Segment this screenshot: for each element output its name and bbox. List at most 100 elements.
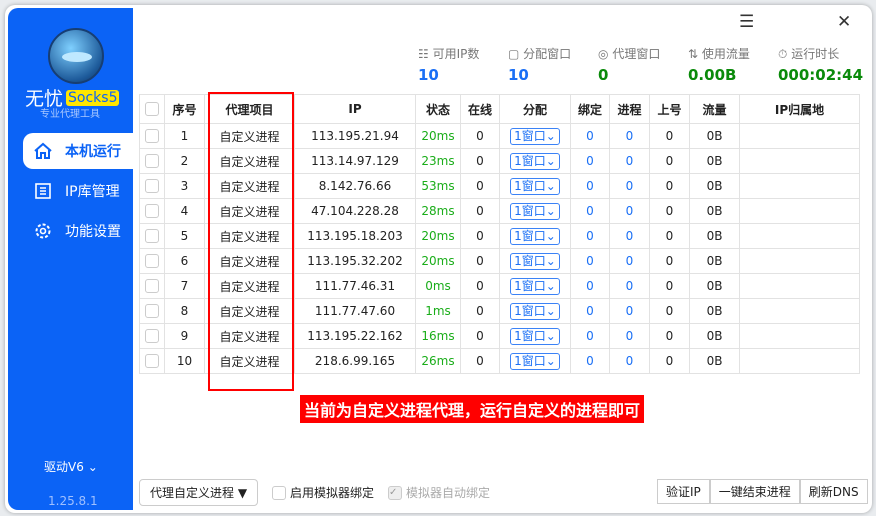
cell: 0 xyxy=(649,148,690,174)
row-checkbox[interactable] xyxy=(145,279,159,294)
cell: 0 xyxy=(570,148,610,174)
column-header: 进程 xyxy=(609,94,650,124)
cell: 0 xyxy=(460,223,500,249)
stat-available-ip: ☷ 可用IP数 10 xyxy=(418,45,479,84)
cell: 113.195.21.94 xyxy=(294,123,416,149)
select-all-checkbox[interactable] xyxy=(145,102,159,117)
row-checkbox[interactable] xyxy=(145,354,159,369)
cell: 0B xyxy=(689,173,740,199)
chevron-down-icon: ⌄ xyxy=(545,253,556,268)
cell-checkbox xyxy=(139,348,165,374)
kill-processes-button[interactable]: 一键结束进程 xyxy=(709,479,800,504)
chevron-down-icon: ⌄ xyxy=(545,328,556,343)
row-checkbox[interactable] xyxy=(145,304,159,319)
cell: 0B xyxy=(689,148,740,174)
assign-select[interactable]: 1窗口⌄ xyxy=(510,327,560,345)
column-header: 在线 xyxy=(460,94,500,124)
version-label: 1.25.8.1 xyxy=(48,494,98,508)
cell: 0 xyxy=(570,348,610,374)
cell xyxy=(739,273,860,299)
enable-emulator-bind-checkbox[interactable]: 启用模拟器绑定 xyxy=(272,484,374,501)
assign-select[interactable]: 1窗口⌄ xyxy=(510,202,560,220)
column-header: IP xyxy=(294,94,416,124)
row-checkbox[interactable] xyxy=(145,179,159,194)
sidebar-item-settings[interactable]: 功能设置 xyxy=(23,213,141,249)
row-checkbox[interactable] xyxy=(145,154,159,169)
assign-select[interactable]: 1窗口⌄ xyxy=(510,177,560,195)
cell: 53ms xyxy=(415,173,461,199)
assign-select[interactable]: 1窗口⌄ xyxy=(510,302,560,320)
cell: 0 xyxy=(649,273,690,299)
cell: 0B xyxy=(689,123,740,149)
proxy-mode-select[interactable]: 代理自定义进程 ▼ xyxy=(139,479,259,506)
cell: 0 xyxy=(649,123,690,149)
row-checkbox[interactable] xyxy=(145,254,159,269)
menu-icon[interactable]: ☰ xyxy=(739,12,754,32)
cell: 0 xyxy=(460,198,500,224)
list-icon xyxy=(35,183,51,199)
cell xyxy=(739,223,860,249)
assign-select[interactable]: 1窗口⌄ xyxy=(510,127,560,145)
chevron-down-icon: ⌄ xyxy=(545,353,556,368)
assign-select[interactable]: 1窗口⌄ xyxy=(510,227,560,245)
assign-select[interactable]: 1窗口⌄ xyxy=(510,252,560,270)
stat-proxy-windows: ◎ 代理窗口 0 xyxy=(598,45,660,84)
assign-select[interactable]: 1窗口⌄ xyxy=(510,152,560,170)
cell: 0 xyxy=(570,273,610,299)
cell-checkbox xyxy=(139,323,165,349)
cell: 0B xyxy=(689,298,740,324)
cell: 0 xyxy=(649,348,690,374)
cell: 3 xyxy=(164,173,205,199)
proxy-mode-button[interactable]: 代理自定义进程 ▼ xyxy=(139,479,259,506)
cell: 0 xyxy=(570,123,610,149)
cell: 0 xyxy=(609,198,650,224)
cell: 26ms xyxy=(415,348,461,374)
cell: 0 xyxy=(460,148,500,174)
cell: 0B xyxy=(689,348,740,374)
cell: 1ms xyxy=(415,298,461,324)
cell xyxy=(739,173,860,199)
cell: 6 xyxy=(164,248,205,274)
assign-select[interactable]: 1窗口⌄ xyxy=(510,352,560,370)
column-header: 绑定 xyxy=(570,94,610,124)
cell-checkbox xyxy=(139,298,165,324)
cell: 0ms xyxy=(415,273,461,299)
cell: 9 xyxy=(164,323,205,349)
cell xyxy=(739,348,860,374)
cell: 0 xyxy=(609,323,650,349)
assign-value: 1窗口 xyxy=(514,228,546,243)
refresh-dns-button[interactable]: 刷新DNS xyxy=(799,479,868,504)
brand-tag: Socks5 xyxy=(66,89,120,106)
assign-value: 1窗口 xyxy=(514,203,546,218)
cell-checkbox xyxy=(139,173,165,199)
cell: 20ms xyxy=(415,123,461,149)
cell: 0B xyxy=(689,223,740,249)
row-checkbox[interactable] xyxy=(145,129,159,144)
assign-select[interactable]: 1窗口⌄ xyxy=(510,277,560,295)
row-checkbox[interactable] xyxy=(145,329,159,344)
sidebar-item-local-run[interactable]: 本机运行 xyxy=(23,133,141,169)
proxy-mode-label: 代理自定义进程 xyxy=(150,486,235,500)
cell: 113.195.32.202 xyxy=(294,248,416,274)
cell-checkbox xyxy=(139,273,165,299)
cell xyxy=(739,198,860,224)
column-header: 状态 xyxy=(415,94,461,124)
verify-ip-button[interactable]: 验证IP xyxy=(657,479,710,504)
chevron-down-icon: ⌄ xyxy=(545,278,556,293)
sidebar-item-label: IP库管理 xyxy=(65,184,120,200)
close-icon[interactable]: ✕ xyxy=(837,12,851,32)
cell: 113.195.22.162 xyxy=(294,323,416,349)
sidebar-item-ip-library[interactable]: IP库管理 xyxy=(23,173,141,209)
stat-traffic: ⇅ 使用流量 0.00B xyxy=(688,45,750,84)
checkbox[interactable] xyxy=(272,485,286,500)
stat-value: 10 xyxy=(418,66,439,84)
assign-value: 1窗口 xyxy=(514,178,546,193)
cell: 0 xyxy=(609,123,650,149)
driver-select[interactable]: 驱动V6 ⌄ xyxy=(44,458,98,475)
row-checkbox[interactable] xyxy=(145,229,159,244)
cell: 0 xyxy=(609,348,650,374)
action-buttons: 验证IP 一键结束进程 刷新DNS xyxy=(657,479,868,504)
row-checkbox[interactable] xyxy=(145,204,159,219)
cell-checkbox xyxy=(139,148,165,174)
cell: 1窗口⌄ xyxy=(499,273,571,299)
